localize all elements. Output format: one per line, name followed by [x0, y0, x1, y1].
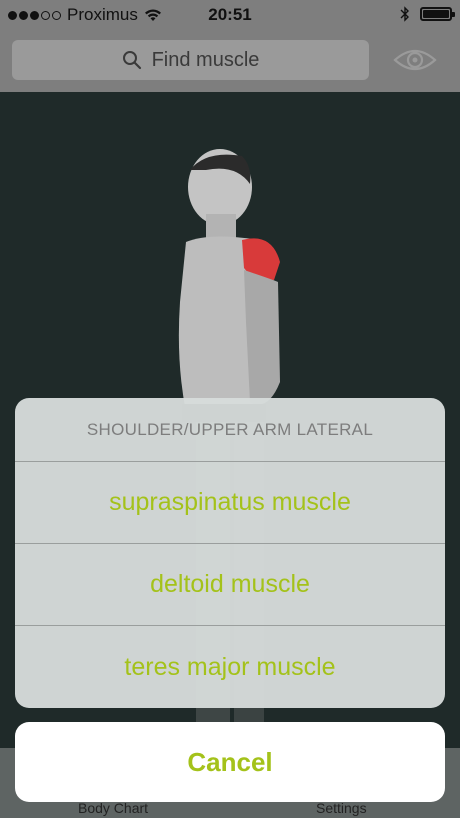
option-teres-major[interactable]: teres major muscle [15, 626, 445, 708]
app-screen: Proximus 20:51 Find muscle Body Chart Se… [0, 0, 460, 818]
status-right [400, 6, 455, 22]
search-header: Find muscle [0, 30, 460, 92]
muscle-action-sheet: SHOULDER/UPPER ARM LATERAL supraspinatus… [15, 398, 445, 708]
search-input[interactable]: Find muscle [12, 40, 369, 80]
tab-settings[interactable]: Settings [316, 800, 367, 816]
bluetooth-icon [400, 6, 409, 22]
search-placeholder: Find muscle [151, 48, 260, 71]
option-deltoid[interactable]: deltoid muscle [15, 544, 445, 626]
eye-icon[interactable] [392, 44, 438, 76]
tab-body-chart[interactable]: Body Chart [78, 800, 148, 816]
battery-fill [423, 10, 449, 18]
option-supraspinatus[interactable]: supraspinatus muscle [15, 462, 445, 544]
cancel-button[interactable]: Cancel [15, 722, 445, 802]
action-sheet-title: SHOULDER/UPPER ARM LATERAL [15, 398, 445, 462]
battery-icon [420, 7, 455, 21]
status-bar: Proximus 20:51 [0, 0, 460, 30]
status-time: 20:51 [208, 5, 252, 24]
search-icon [122, 51, 141, 70]
battery-tip [452, 12, 455, 17]
